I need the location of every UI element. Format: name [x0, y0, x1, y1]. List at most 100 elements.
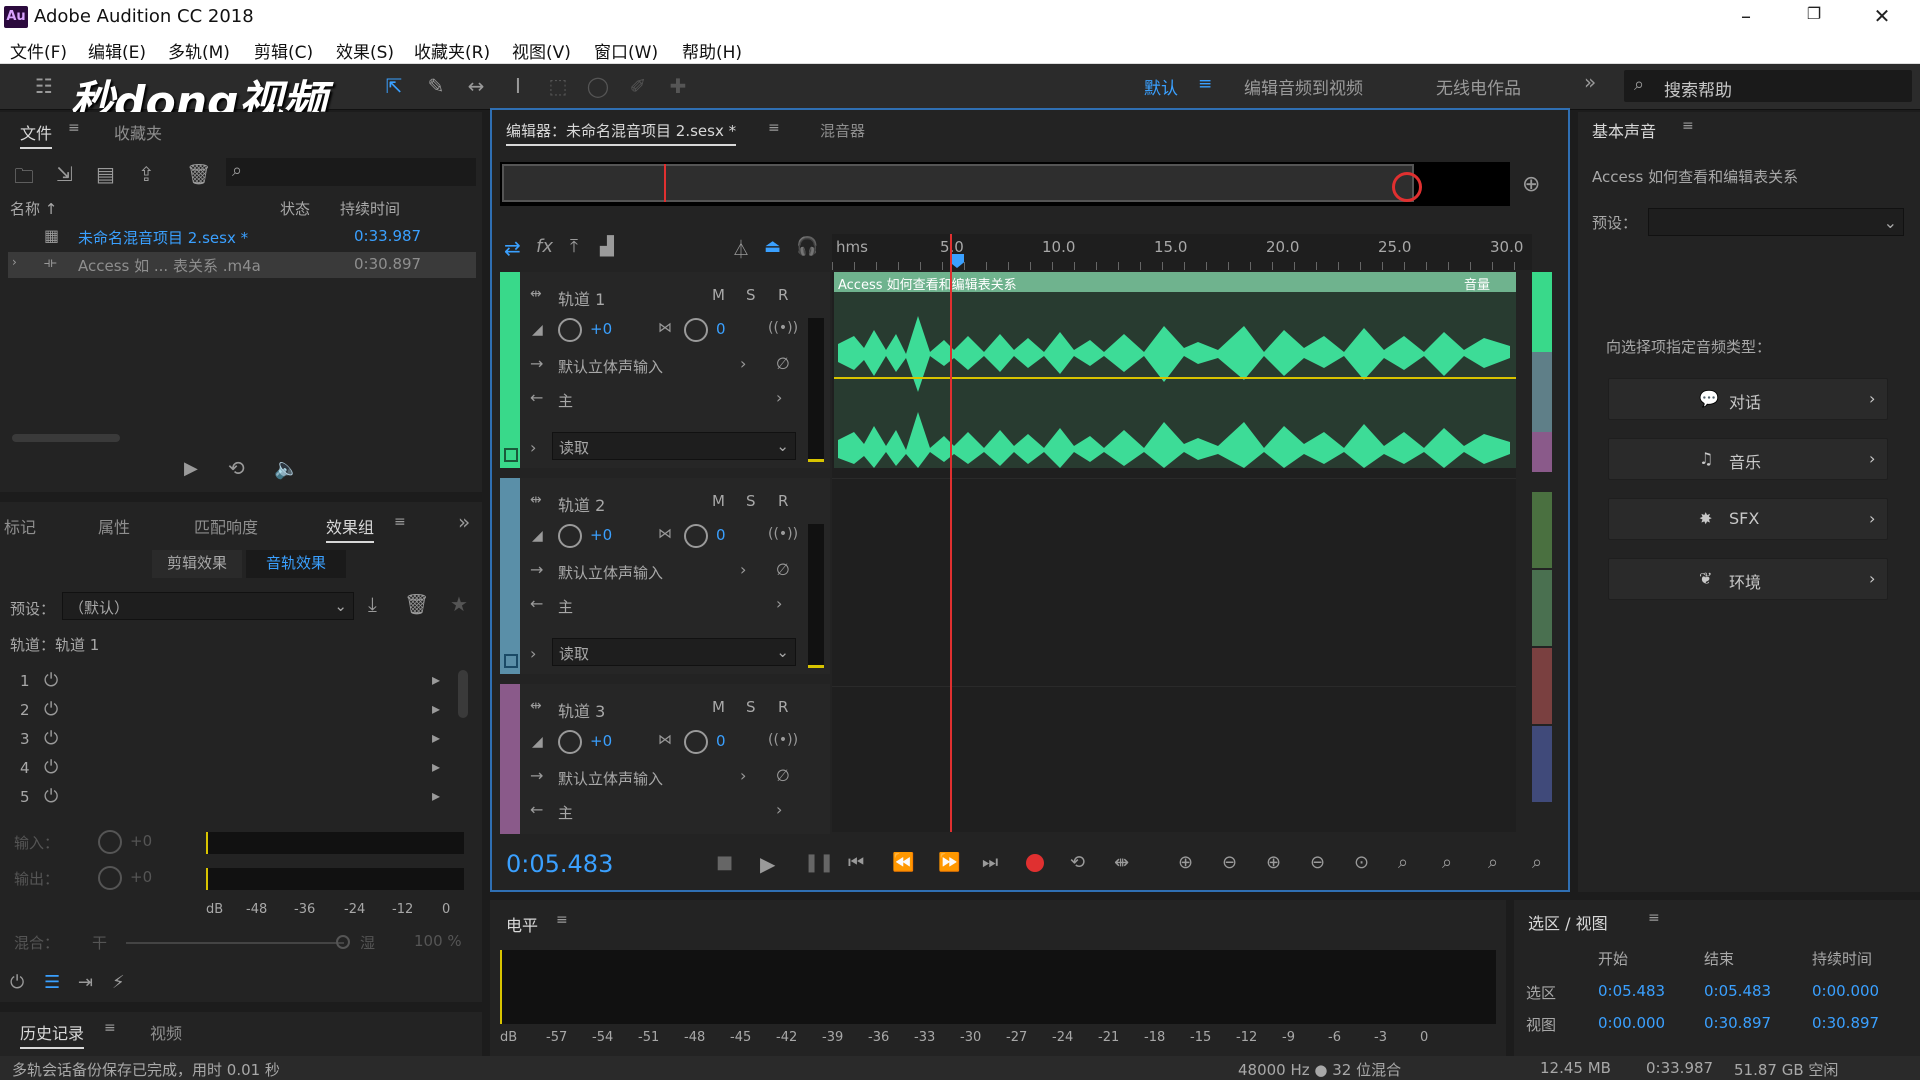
- automation-mode[interactable]: 读取 ⌄: [552, 638, 796, 666]
- tab-mixer[interactable]: 混音器: [820, 120, 865, 141]
- expand-icon[interactable]: ›: [530, 438, 536, 457]
- clip-volume-label[interactable]: 音量: [1464, 274, 1490, 293]
- zoom-in-point-icon[interactable]: ⌕: [1442, 852, 1452, 873]
- menu-file[interactable]: 文件(F): [10, 38, 67, 63]
- effect-slot[interactable]: 4 ⏻ ▸: [8, 755, 448, 781]
- dialogue-button[interactable]: 💬 对话 ›: [1608, 378, 1888, 420]
- zoom-out-point-icon[interactable]: ⌕: [1488, 852, 1498, 873]
- menu-view[interactable]: 视图(V): [512, 38, 571, 63]
- move-tool-icon[interactable]: ⇱: [380, 74, 408, 100]
- menu-window[interactable]: 窗口(W): [594, 38, 658, 63]
- pan-value[interactable]: 0: [716, 320, 726, 338]
- tab-history[interactable]: 历史记录: [20, 1020, 85, 1049]
- horizontal-scrollbar[interactable]: [12, 434, 120, 442]
- track-name[interactable]: 轨道 3: [558, 698, 605, 722]
- razor-tool-icon[interactable]: ✎: [422, 74, 450, 100]
- mix-slider-handle[interactable]: [336, 935, 350, 949]
- stereo-icon[interactable]: ((•)): [768, 526, 798, 542]
- menu-multitrack[interactable]: 多轨(M): [168, 38, 230, 63]
- brush-tool-icon[interactable]: ✐: [624, 74, 652, 100]
- effect-slot[interactable]: 1 ⏻ ▸: [8, 668, 448, 694]
- new-file-icon[interactable]: ▤: [96, 162, 115, 186]
- tab-effects-rack[interactable]: 效果组: [326, 514, 375, 543]
- solo-button[interactable]: S: [746, 698, 756, 716]
- pan-value[interactable]: 0: [716, 732, 726, 750]
- loop-icon[interactable]: ⟲: [228, 456, 245, 480]
- track-name[interactable]: 轨道 1: [558, 286, 605, 310]
- tab-favorites[interactable]: 收藏夹: [114, 120, 162, 144]
- track-input[interactable]: 默认立体声输入: [558, 562, 663, 583]
- preset-dropdown[interactable]: （默认） ⌄: [62, 592, 354, 620]
- pan-knob[interactable]: [684, 730, 708, 754]
- input-knob[interactable]: [98, 830, 122, 854]
- file-row[interactable]: › ⟛ Access 如 ... 表关系 .m4a 0:30.897: [8, 252, 476, 278]
- tab-editor[interactable]: 编辑器：未命名混音项目 2.sesx *: [506, 120, 737, 146]
- workspace-radio[interactable]: 无线电作品: [1436, 74, 1521, 99]
- record-arm-button[interactable]: R: [778, 492, 788, 510]
- track-output[interactable]: 主: [558, 596, 573, 617]
- selection-end[interactable]: 0:05.483: [1704, 982, 1771, 1000]
- eq-icon[interactable]: ▟: [600, 236, 614, 257]
- ambience-button[interactable]: ❦ 环境 ›: [1608, 558, 1888, 600]
- chevron-right-icon[interactable]: ›: [776, 800, 782, 819]
- effect-slot[interactable]: 3 ⏻ ▸: [8, 726, 448, 752]
- menu-clip[interactable]: 剪辑(C): [254, 38, 313, 63]
- view-end[interactable]: 0:30.897: [1704, 1014, 1771, 1032]
- col-duration[interactable]: 持续时间: [340, 198, 400, 219]
- zoom-in-amplitude-icon[interactable]: ⊕: [1178, 852, 1193, 873]
- zoom-icon[interactable]: ⊕: [1522, 172, 1540, 197]
- expand-icon[interactable]: ›: [530, 644, 536, 663]
- solo-button[interactable]: S: [746, 492, 756, 510]
- essential-sound-menu-icon[interactable]: ≡: [1682, 118, 1694, 134]
- selection-start[interactable]: 0:05.483: [1598, 982, 1665, 1000]
- slip-tool-icon[interactable]: ↔: [462, 74, 490, 100]
- time-ruler[interactable]: hms 5.0 10.0 15.0 20.0 25.0 30.0: [832, 234, 1532, 270]
- col-name[interactable]: 名称 ↑: [10, 198, 57, 219]
- view-start[interactable]: 0:00.000: [1598, 1014, 1665, 1032]
- workspace-edit-video[interactable]: 编辑音频到视频: [1244, 74, 1363, 99]
- mix-slider[interactable]: [126, 942, 344, 944]
- solo-button[interactable]: S: [746, 286, 756, 304]
- fx-icon[interactable]: fx: [536, 236, 553, 257]
- fast-forward-icon[interactable]: ⏩: [938, 852, 960, 873]
- editor-menu-icon[interactable]: ≡: [768, 120, 780, 136]
- chevron-right-icon[interactable]: ›: [740, 354, 746, 373]
- export-icon[interactable]: ⇪: [138, 162, 155, 186]
- healing-tool-icon[interactable]: ✚: [664, 74, 692, 100]
- go-to-start-icon[interactable]: ⏮: [848, 852, 864, 873]
- lightning-icon[interactable]: ⚡: [112, 972, 125, 993]
- track-output[interactable]: 主: [558, 390, 573, 411]
- zoom-tracks-icon[interactable]: ⌕: [1532, 852, 1542, 873]
- volume-value[interactable]: +0: [590, 732, 612, 750]
- tab-match-loudness[interactable]: 匹配响度: [194, 514, 258, 538]
- pan-knob[interactable]: [684, 524, 708, 548]
- delete-preset-icon[interactable]: 🗑: [404, 592, 429, 616]
- track-input[interactable]: 默认立体声输入: [558, 768, 663, 789]
- search-box[interactable]: ⌕ 搜索帮助: [1624, 70, 1912, 102]
- history-menu-icon[interactable]: ≡: [104, 1020, 116, 1036]
- zoom-navigator[interactable]: [502, 164, 1414, 202]
- phase-icon[interactable]: ∅: [776, 354, 790, 373]
- time-display[interactable]: 0:05.483: [506, 850, 613, 878]
- workspace-default[interactable]: 默认: [1144, 74, 1178, 99]
- pan-value[interactable]: 0: [716, 526, 726, 544]
- list-icon[interactable]: ☰: [44, 972, 60, 993]
- clip-header[interactable]: Access 如何查看和编辑表关系 音量: [834, 272, 1516, 293]
- audio-clip[interactable]: Access 如何查看和编辑表关系 音量: [834, 272, 1516, 468]
- chevron-right-icon[interactable]: ›: [740, 560, 746, 579]
- swap-icon[interactable]: ⇄: [504, 236, 521, 260]
- files-menu-icon[interactable]: ≡: [68, 120, 80, 136]
- waveform-view-icon[interactable]: ☷: [30, 74, 58, 100]
- timeline-area[interactable]: Access 如何查看和编辑表关系 音量: [832, 234, 1516, 832]
- lasso-tool-icon[interactable]: ◯: [584, 74, 612, 100]
- track-select-checkbox[interactable]: [504, 654, 518, 668]
- selection-duration[interactable]: 0:00.000: [1812, 982, 1879, 1000]
- essential-preset-dropdown[interactable]: ⌄: [1648, 208, 1904, 236]
- overflow-icon[interactable]: »: [458, 510, 470, 534]
- pan-knob[interactable]: [684, 318, 708, 342]
- delete-icon[interactable]: 🗑: [186, 162, 211, 186]
- chevron-right-icon[interactable]: ›: [776, 594, 782, 613]
- automation-mode[interactable]: 读取 ⌄: [552, 432, 796, 460]
- chevron-right-icon[interactable]: ›: [776, 388, 782, 407]
- save-preset-icon[interactable]: ⤓: [368, 592, 377, 616]
